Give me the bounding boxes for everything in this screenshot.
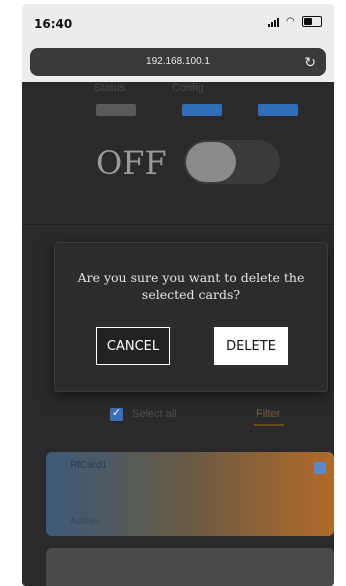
browser-url-bar[interactable]: 192.168.100.1 ↻ <box>30 48 326 76</box>
select-all-label[interactable]: Select all <box>132 408 177 420</box>
battery-icon <box>302 16 322 27</box>
reload-icon[interactable]: ↻ <box>304 54 316 71</box>
app-page: Status Config OFF Are you sure you want … <box>22 82 334 586</box>
dialog-message: Are you sure you want to delete the sele… <box>77 270 305 302</box>
select-all-checkbox[interactable] <box>110 406 123 421</box>
rf-card-next[interactable] <box>46 548 334 586</box>
tab-status-indicator[interactable] <box>96 104 136 116</box>
card-owner: Admin <box>70 516 99 527</box>
status-bar: 16:40 ◠ <box>22 4 334 44</box>
nav-tabs: Status Config <box>22 82 334 96</box>
power-state-label: OFF <box>96 144 167 182</box>
delete-button[interactable]: DELETE <box>214 327 288 365</box>
tab-config-indicator[interactable] <box>182 104 222 116</box>
power-toggle[interactable] <box>184 140 280 184</box>
toggle-knob[interactable] <box>186 142 236 182</box>
wifi-icon: ◠ <box>286 15 295 27</box>
tab-config[interactable]: Config <box>172 82 204 94</box>
filter-underline <box>254 424 284 426</box>
filter-link[interactable]: Filter <box>256 408 280 420</box>
clock-time: 16:40 <box>34 17 73 31</box>
card-title: RfCard1 <box>70 460 108 471</box>
tab-status[interactable]: Status <box>94 82 125 94</box>
signal-icon <box>268 17 282 27</box>
selection-row: Select all Filter <box>22 406 334 428</box>
section-divider <box>22 224 334 225</box>
system-icons: ◠ <box>268 16 322 27</box>
cancel-button[interactable]: CANCEL <box>96 327 170 365</box>
card-checkbox[interactable] <box>314 462 326 474</box>
phone-screen: 16:40 ◠ 192.168.100.1 ↻ Status Config OF… <box>22 4 334 586</box>
url-text[interactable]: 192.168.100.1 <box>30 56 326 67</box>
rf-card[interactable]: RfCard1 Admin <box>46 452 334 536</box>
delete-confirm-dialog: Are you sure you want to delete the sele… <box>54 242 328 392</box>
tab-third-indicator[interactable] <box>258 104 298 116</box>
